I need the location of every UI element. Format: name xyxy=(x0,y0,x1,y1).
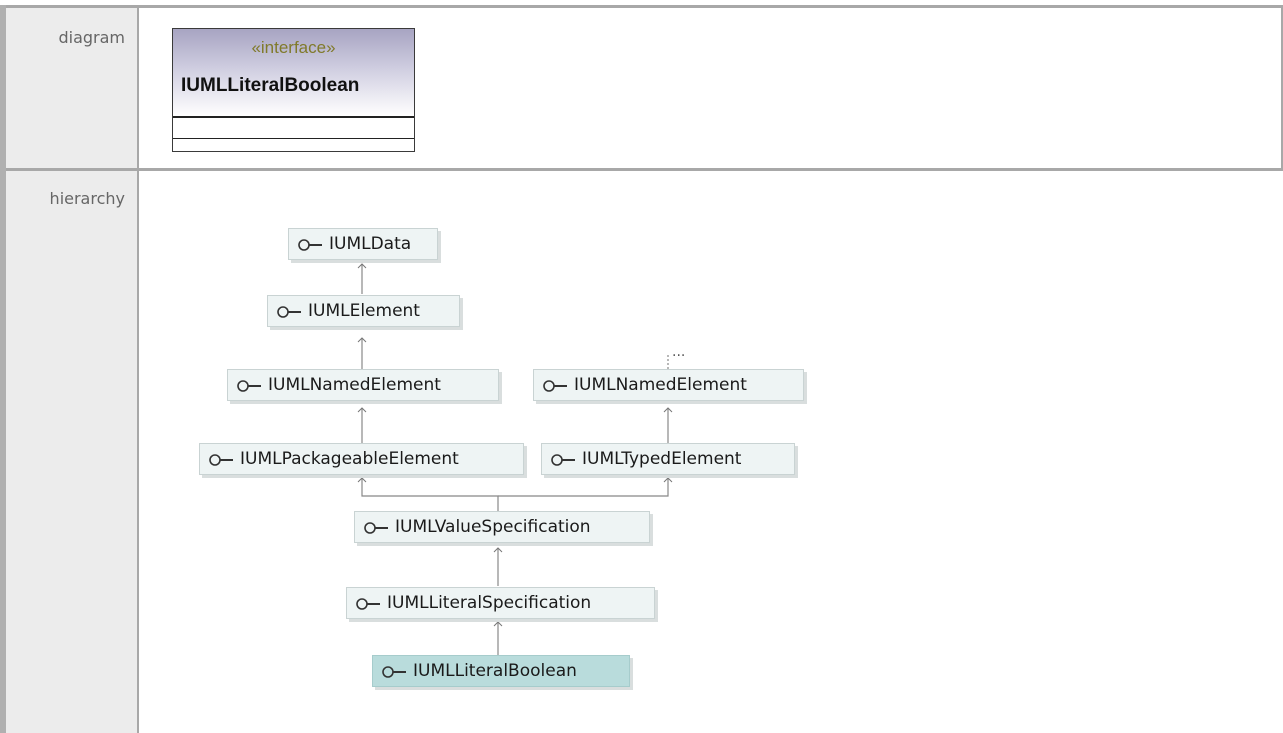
interface-icon xyxy=(381,664,407,678)
hierarchy-node[interactable]: IUMLNamedElement xyxy=(533,369,804,401)
documentation-table: diagram hierarchy «interface» IUMLLitera… xyxy=(0,0,1283,733)
hierarchy-node-label: IUMLLiteralSpecification xyxy=(387,592,592,613)
hierarchy-node-current[interactable]: IUMLLiteralBoolean xyxy=(372,655,630,687)
hierarchy-node[interactable]: IUMLElement xyxy=(267,295,460,327)
interface-icon xyxy=(550,452,576,466)
hierarchy-node-label: IUMLLiteralBoolean xyxy=(413,660,577,681)
interface-icon xyxy=(297,237,323,251)
interface-icon xyxy=(276,304,302,318)
hierarchy-node-label: IUMLPackageableElement xyxy=(240,448,459,469)
ellipsis-more: ... xyxy=(672,344,685,360)
hierarchy-node[interactable]: IUMLTypedElement xyxy=(541,443,795,475)
hierarchy-node[interactable]: IUMLPackageableElement xyxy=(199,443,524,475)
interface-icon xyxy=(542,378,568,392)
hierarchy-node-label: IUMLNamedElement xyxy=(574,374,747,395)
hierarchy-node-label: IUMLData xyxy=(329,233,412,254)
hierarchy-node-label: IUMLValueSpecification xyxy=(395,516,591,537)
edge-valuespec-to-typed xyxy=(498,477,673,497)
hierarchy-node[interactable]: IUMLNamedElement xyxy=(227,369,499,401)
interface-icon xyxy=(355,596,381,610)
hierarchy-node[interactable]: IUMLLiteralSpecification xyxy=(346,587,655,619)
edge-valuespec-to-parents xyxy=(357,477,499,511)
hierarchy-node[interactable]: IUMLData xyxy=(288,228,438,260)
interface-icon xyxy=(363,520,389,534)
interface-icon xyxy=(236,378,262,392)
hierarchy-node-label: IUMLElement xyxy=(308,300,420,321)
hierarchy-node-label: IUMLNamedElement xyxy=(268,374,441,395)
hierarchy-node-label: IUMLTypedElement xyxy=(582,448,742,469)
interface-icon xyxy=(208,452,234,466)
hierarchy-node[interactable]: IUMLValueSpecification xyxy=(354,511,650,543)
hierarchy-edges: ... xyxy=(357,263,685,655)
